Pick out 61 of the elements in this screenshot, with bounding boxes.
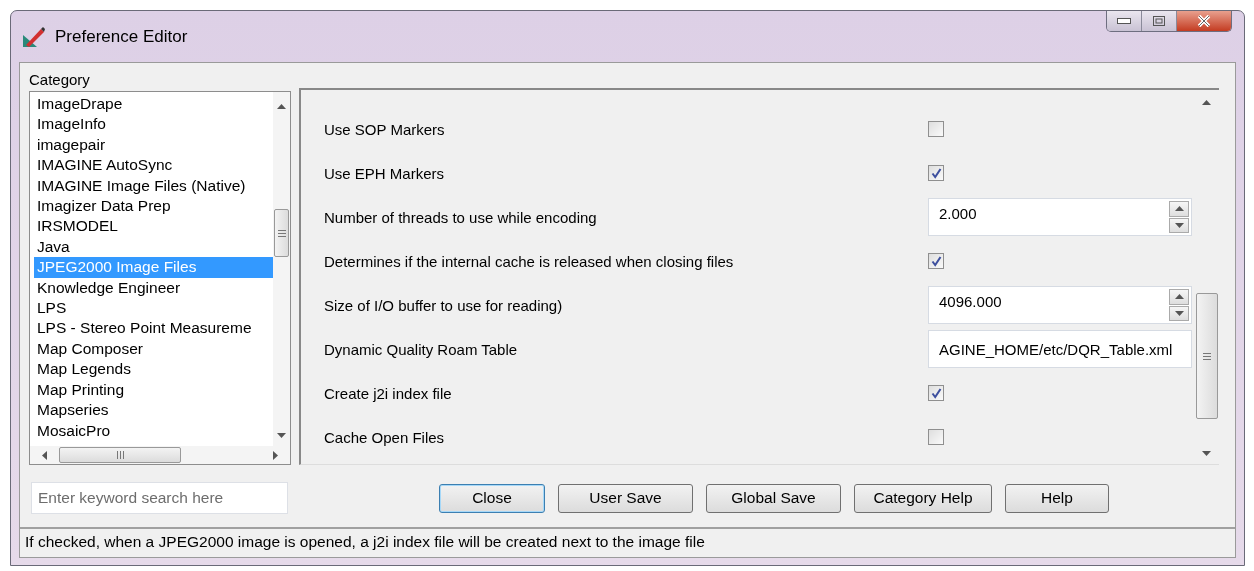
setting-label: Use SOP Markers <box>324 120 446 138</box>
spin-down-icon[interactable] <box>1174 222 1184 228</box>
category-item[interactable]: Map Legends <box>34 359 273 380</box>
category-item[interactable]: ImageDrape <box>34 94 273 115</box>
checkbox[interactable] <box>928 253 944 269</box>
category-item[interactable]: Imagizer Data Prep <box>34 196 273 217</box>
category-item[interactable]: LPS <box>34 298 273 319</box>
setting-label: Use EPH Markers <box>324 164 446 182</box>
minimize-button[interactable] <box>1107 11 1142 31</box>
category-item[interactable]: Map Printing <box>34 379 273 401</box>
category-list[interactable] <box>29 91 291 465</box>
checkbox[interactable] <box>928 165 944 181</box>
scroll-down-icon[interactable] <box>1202 451 1211 456</box>
setting-label: Number of threads to use while encoding <box>324 208 598 226</box>
minimize-icon <box>1117 18 1131 24</box>
maximize-icon <box>1153 16 1165 26</box>
maximize-button[interactable] <box>1142 11 1177 31</box>
category-item[interactable]: imagepair <box>34 134 273 156</box>
category-item[interactable]: LPS - Stereo Point Measureme <box>34 318 273 339</box>
scroll-up-icon[interactable] <box>1202 100 1211 105</box>
setting-label: Create j2i index file <box>324 384 453 402</box>
category-item[interactable]: ImageInfo <box>34 114 273 135</box>
checkbox[interactable] <box>928 121 944 137</box>
category-label: Category <box>29 70 91 90</box>
setting-label: Dynamic Quality Roam Table <box>324 340 519 358</box>
number-spinner[interactable]: 2.000 <box>928 198 1192 236</box>
scrollbar-thumb[interactable] <box>274 209 289 257</box>
pen-ruler-icon <box>23 26 45 47</box>
category-item[interactable]: Map Composer <box>34 338 273 360</box>
checkbox[interactable] <box>928 385 944 401</box>
category-item[interactable]: IMAGINE AutoSync <box>34 155 273 176</box>
scrollbar-thumb[interactable] <box>59 447 181 463</box>
dialog-button[interactable]: Category Help <box>854 483 992 513</box>
spin-up-icon[interactable] <box>1174 206 1184 212</box>
setting-label: Size of I/O buffer to use for reading) <box>324 296 564 314</box>
dialog-button[interactable]: Close <box>439 483 545 513</box>
search-field[interactable]: Enter keyword search here <box>31 482 288 514</box>
scroll-down-icon[interactable] <box>277 433 286 438</box>
window-title: Preference Editor <box>55 26 188 47</box>
setting-label: Cache Open Files <box>324 428 446 446</box>
category-item[interactable]: IMAGINE Image Files (Native) <box>34 175 273 197</box>
scroll-up-icon[interactable] <box>277 104 286 109</box>
spin-up-icon[interactable] <box>1174 294 1184 300</box>
category-item[interactable]: IRSMODEL <box>34 216 273 237</box>
scrollbar-thumb[interactable] <box>1195 293 1218 419</box>
dialog-button[interactable]: User Save <box>558 483 693 513</box>
category-item[interactable]: MosaicPro <box>34 420 273 441</box>
category-item[interactable]: Knowledge Engineer <box>34 277 273 299</box>
scroll-right-icon[interactable] <box>273 450 278 460</box>
close-button[interactable] <box>1177 11 1231 31</box>
scroll-left-icon[interactable] <box>42 450 47 460</box>
checkbox[interactable] <box>928 429 944 445</box>
category-item[interactable]: Mapseries <box>34 400 273 421</box>
dialog-button[interactable]: Global Save <box>706 483 841 513</box>
category-item[interactable]: Java <box>34 236 273 258</box>
close-icon <box>1197 15 1211 27</box>
setting-label: Determines if the internal cache is released when closing files <box>324 252 735 270</box>
number-spinner[interactable]: 4096.000 <box>928 286 1192 324</box>
input-field[interactable]: AGINE_HOME/etc/DQR_Table.xml <box>928 330 1192 368</box>
dialog-button[interactable]: Help <box>1005 483 1109 513</box>
spin-down-icon[interactable] <box>1174 310 1184 316</box>
